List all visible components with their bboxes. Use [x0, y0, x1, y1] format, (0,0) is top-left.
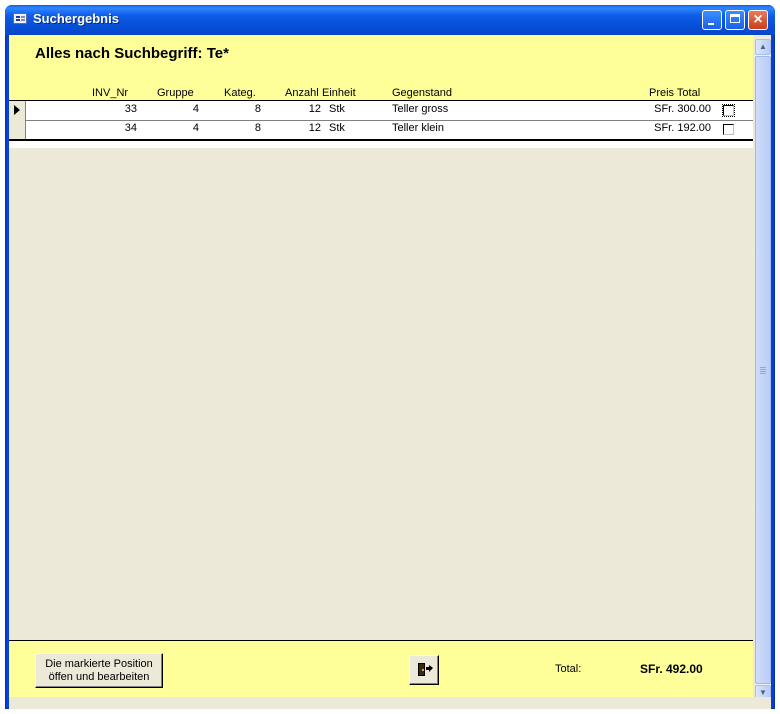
column-header-inv-nr: INV_Nr	[92, 87, 129, 99]
cell-kateg[interactable]: 8	[243, 103, 261, 115]
column-header-kateg: Kateg.	[224, 87, 256, 99]
record-selector[interactable]	[9, 120, 26, 139]
cell-inv-nr[interactable]: 33	[113, 103, 137, 115]
row-checkbox[interactable]	[723, 124, 734, 135]
cell-einheit[interactable]: Stk	[329, 103, 345, 115]
column-header-gegenstand: Gegenstand	[392, 87, 452, 99]
form-header: Alles nach Suchbegriff: Te* INV_Nr Grupp…	[9, 35, 753, 100]
search-heading: Alles nach Suchbegriff: Te*	[35, 45, 229, 62]
close-button[interactable]: ×	[748, 10, 768, 30]
chevron-up-icon: ▲	[759, 42, 767, 51]
cell-gegenstand[interactable]: Teller klein	[392, 122, 444, 134]
exit-button[interactable]	[409, 655, 439, 685]
scroll-thumb[interactable]	[755, 56, 771, 684]
cell-gruppe[interactable]: 4	[181, 122, 199, 134]
exit-door-icon	[418, 663, 425, 676]
table-row[interactable]: 34 4 8 12 Stk Teller klein SFr. 192.00	[9, 120, 753, 141]
cell-anzahl[interactable]: 12	[301, 103, 321, 115]
edit-button-label-line2: öffen und bearbeiten	[48, 671, 150, 683]
total-label: Total:	[555, 663, 582, 675]
row-checkbox[interactable]	[722, 104, 735, 117]
status-bar	[9, 697, 771, 709]
column-header-einheit: Einheit	[322, 87, 356, 99]
column-header-preis-total: Preis Total	[649, 87, 701, 99]
cell-gegenstand[interactable]: Teller gross	[392, 103, 448, 115]
record-selector[interactable]	[9, 101, 26, 120]
cell-gruppe[interactable]: 4	[181, 103, 199, 115]
cell-inv-nr[interactable]: 34	[113, 122, 137, 134]
cell-kateg[interactable]: 8	[243, 122, 261, 134]
close-icon: ×	[753, 11, 763, 28]
table-row[interactable]: 33 4 8 12 Stk Teller gross SFr. 300.00	[9, 100, 753, 121]
current-record-arrow-icon	[14, 105, 20, 115]
results-list: 33 4 8 12 Stk Teller gross SFr. 300.00 3…	[9, 100, 753, 148]
title-bar[interactable]: Suchergebnis ×	[5, 5, 775, 35]
cell-preis[interactable]: SFr. 300.00	[629, 103, 711, 115]
window-title: Suchergebnis	[33, 11, 119, 26]
vertical-scrollbar[interactable]: ▲ ▼	[755, 39, 771, 701]
exit-arrow-icon	[426, 665, 433, 672]
column-header-gruppe: Gruppe	[157, 87, 194, 99]
form-footer: Die markierte Position öffen und bearbei…	[9, 640, 753, 698]
form-icon[interactable]	[13, 13, 27, 24]
cell-preis[interactable]: SFr. 192.00	[629, 122, 711, 134]
grip-icon	[760, 367, 766, 368]
search-results-window: Suchergebnis × Alles nach Suchbegriff: T…	[5, 5, 775, 709]
column-header-anzahl: Anzahl	[285, 87, 319, 99]
total-value: SFr. 492.00	[640, 662, 703, 676]
edit-button-label-line1: Die markierte Position	[45, 658, 153, 670]
cell-einheit[interactable]: Stk	[329, 122, 345, 134]
maximize-button[interactable]	[725, 10, 745, 30]
cell-anzahl[interactable]: 12	[301, 122, 321, 134]
minimize-button[interactable]	[702, 10, 722, 30]
form-client-area: Alles nach Suchbegriff: Te* INV_Nr Grupp…	[9, 35, 771, 709]
edit-selected-button[interactable]: Die markierte Position öffen und bearbei…	[35, 653, 163, 688]
scroll-up-button[interactable]: ▲	[755, 39, 771, 55]
